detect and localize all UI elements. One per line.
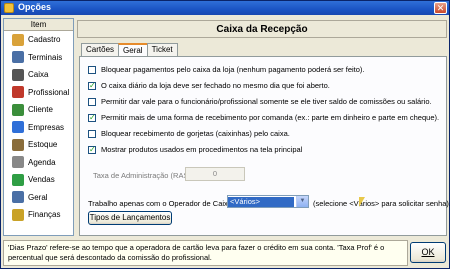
sidebar-item-label: Geral — [28, 192, 48, 202]
tab-ticket[interactable]: Ticket — [146, 43, 178, 56]
sidebar-item-label: Empresas — [28, 122, 65, 132]
tab-panel-geral: Bloquear pagamentos pelo caixa da loja (… — [79, 56, 450, 236]
cart-icon — [12, 173, 24, 186]
person-icon — [12, 86, 24, 99]
title-bar[interactable]: Opções ✕ — [1, 1, 449, 15]
chevron-down-icon[interactable]: ▼ — [296, 196, 308, 207]
option-label: Bloquear pagamentos pelo caixa da loja (… — [101, 65, 365, 74]
sidebar-item-terminais[interactable]: Terminais — [4, 49, 73, 67]
sidebar-item-label: Caixa — [28, 70, 49, 80]
sidebar-item-label: Cliente — [28, 105, 53, 115]
sidebar-item-caixa[interactable]: Caixa — [4, 66, 73, 84]
option-fechar-caixa-mesmo-dia[interactable]: ✓ O caixa diário da loja deve ser fechad… — [88, 81, 330, 90]
calendar-icon — [12, 156, 24, 169]
sidebar-item-cliente[interactable]: Cliente — [4, 101, 73, 119]
option-label: O caixa diário da loja deve ser fechado … — [101, 81, 330, 90]
option-multiplas-formas[interactable]: ✓ Permitir mais de uma forma de recebime… — [88, 113, 439, 122]
sidebar-item-label: Cadastro — [28, 35, 61, 45]
option-permitir-vale[interactable]: Permitir dar vale para o funcionário/pro… — [88, 97, 432, 106]
sidebar: Item Cadastro Terminais Caixa Profissional C… — [3, 18, 74, 236]
option-mostrar-produtos[interactable]: ✓ Mostrar produtos usados em procediment… — [88, 145, 302, 154]
operator-selected-value: <Vários> — [228, 197, 294, 207]
tab-bar: Cartões Geral Ticket — [81, 43, 178, 57]
window-title: Opções — [18, 2, 52, 12]
coins-icon — [12, 208, 24, 221]
tipos-lancamentos-button[interactable]: Tipos de Lançamentos — [88, 211, 172, 225]
footer-hint: 'Dias Prazo' refere-se ao tempo que a op… — [3, 240, 408, 266]
sidebar-item-agenda[interactable]: Agenda — [4, 154, 73, 172]
info-icon — [12, 121, 24, 134]
cash-register-icon — [12, 68, 24, 81]
app-icon — [4, 3, 14, 13]
checkbox[interactable]: ✓ — [88, 145, 96, 154]
tab-cartoes[interactable]: Cartões — [81, 43, 120, 56]
sidebar-item-cadastro[interactable]: Cadastro — [4, 31, 73, 49]
rasp-input[interactable]: 0 — [185, 167, 245, 181]
close-button[interactable]: ✕ — [434, 2, 447, 14]
ok-button-label: OK — [421, 247, 435, 257]
sidebar-item-label: Vendas — [28, 175, 55, 185]
sidebar-item-vendas[interactable]: Vendas — [4, 171, 73, 189]
rasp-label: Taxa de Administração (RASP) — [93, 171, 196, 180]
sidebar-item-geral[interactable]: Geral — [4, 189, 73, 207]
sidebar-items: Cadastro Terminais Caixa Profissional Client… — [4, 31, 73, 224]
folder-icon — [12, 33, 24, 46]
sidebar-item-profissional[interactable]: Profissional — [4, 84, 73, 102]
option-label: Bloquear recebimento de gorjetas (caixin… — [101, 129, 290, 138]
sidebar-item-label: Finanças — [28, 210, 61, 220]
checkbox[interactable] — [88, 97, 96, 106]
tab-geral[interactable]: Geral — [118, 43, 148, 57]
sidebar-item-label: Terminais — [28, 52, 63, 62]
sidebar-item-estoque[interactable]: Estoque — [4, 136, 73, 154]
sidebar-item-label: Agenda — [28, 157, 56, 167]
option-label: Mostrar produtos usados em procedimentos… — [101, 145, 303, 154]
option-label: Permitir mais de uma forma de recebiment… — [101, 113, 440, 122]
checkbox[interactable] — [88, 65, 96, 74]
terminal-icon — [12, 51, 24, 64]
options-window: Opções ✕ Item Cadastro Terminais Caixa Prof… — [0, 0, 450, 269]
box-icon — [12, 138, 24, 151]
checkbox[interactable] — [88, 129, 96, 138]
sidebar-item-label: Profissional — [28, 87, 70, 97]
sidebar-item-finan-as[interactable]: Finanças — [4, 206, 73, 224]
operator-select[interactable]: <Vários> ▼ — [227, 195, 309, 208]
checkbox[interactable]: ✓ — [88, 81, 96, 90]
option-bloquear-pagamentos[interactable]: Bloquear pagamentos pelo caixa da loja (… — [88, 65, 365, 74]
option-bloquear-gorjetas[interactable]: Bloquear recebimento de gorjetas (caixin… — [88, 129, 290, 138]
operator-label: Trabalho apenas com o Operador de Caixa — [88, 199, 232, 208]
operator-note: (selecione <Vários> para solicitar senha… — [313, 199, 450, 208]
page-title: Caixa da Recepção — [77, 20, 447, 38]
sidebar-header: Item — [4, 19, 73, 31]
checkbox[interactable]: ✓ — [88, 113, 96, 122]
sidebar-item-empresas[interactable]: Empresas — [4, 119, 73, 137]
ok-button[interactable]: OK — [410, 242, 446, 263]
sidebar-item-label: Estoque — [28, 140, 58, 150]
client-icon — [12, 103, 24, 116]
option-label: Permitir dar vale para o funcionário/pro… — [101, 97, 432, 106]
monitor-icon — [12, 191, 24, 204]
